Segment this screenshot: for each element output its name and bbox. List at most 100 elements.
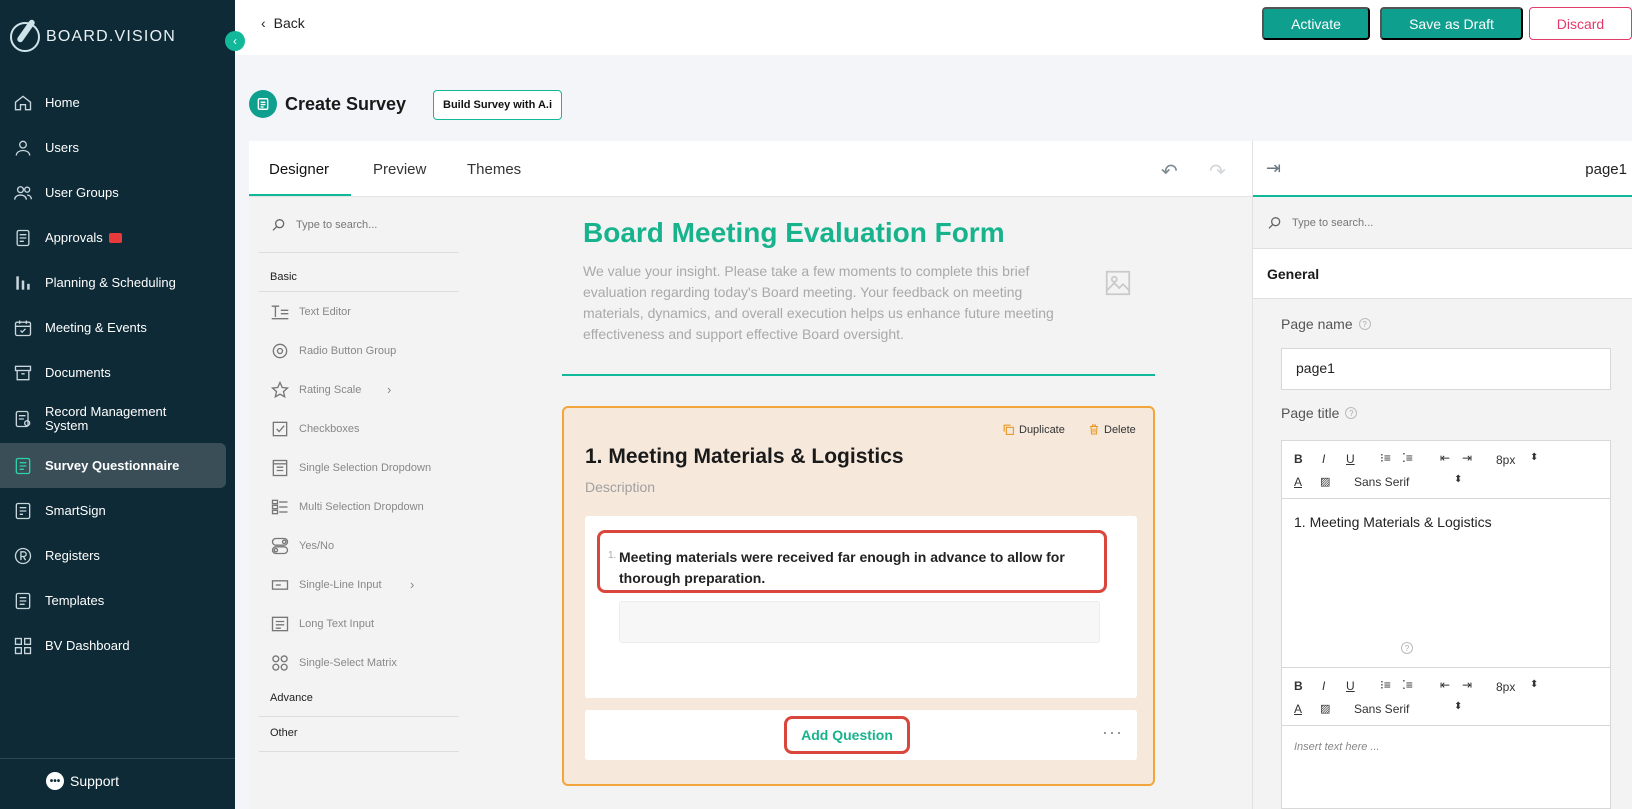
page-title-editor[interactable]: B I U ⁝≡ ⁚≡ ⇤ ⇥ 8px ⬍ A ▨ Sans Serif ⬍ 1… xyxy=(1281,440,1611,809)
sidebar-item-survey[interactable]: Survey Questionnaire xyxy=(0,443,226,488)
page-name-label: Page name ? xyxy=(1281,316,1371,332)
sidebar-item-registers[interactable]: Registers xyxy=(0,533,235,578)
build-survey-ai-button[interactable]: Build Survey with A.i xyxy=(433,90,562,120)
help-icon[interactable]: ? xyxy=(1358,318,1371,330)
grid-icon xyxy=(12,635,34,657)
dropdown-icon xyxy=(270,458,290,478)
tab-designer[interactable]: Designer xyxy=(269,161,329,178)
sidebar-item-records[interactable]: Record Management System xyxy=(0,395,235,443)
indent-icon[interactable]: ⇥ xyxy=(1462,678,1472,692)
chevron-right-icon[interactable]: › xyxy=(410,577,414,592)
property-search[interactable]: Type to search... xyxy=(1253,197,1632,249)
toolbox-item-checkboxes[interactable]: Checkboxes xyxy=(259,409,459,448)
font-color-icon[interactable]: A xyxy=(1294,475,1302,489)
font-family-select[interactable]: Sans Serif xyxy=(1354,475,1409,489)
radio-icon xyxy=(270,341,290,361)
sidebar-item-planning[interactable]: Planning & Scheduling xyxy=(0,260,235,305)
support-button[interactable]: ••• Support xyxy=(46,772,119,790)
description-editor-content[interactable]: Insert text here ... xyxy=(1282,726,1610,768)
sidebar-item-documents[interactable]: Documents xyxy=(0,350,235,395)
page-title: Create Survey xyxy=(285,93,407,114)
sidebar-item-home[interactable]: Home xyxy=(0,80,235,125)
back-label: Back xyxy=(273,15,305,31)
toolbox-item-multi-dropdown[interactable]: Multi Selection Dropdown xyxy=(259,487,459,526)
bullet-list-icon[interactable]: ⁚≡ xyxy=(1402,678,1413,692)
underline-icon[interactable]: U xyxy=(1346,452,1355,466)
tab-themes[interactable]: Themes xyxy=(467,161,521,178)
general-section-header[interactable]: General xyxy=(1253,249,1632,299)
font-size-select[interactable]: 8px xyxy=(1496,453,1515,467)
ordered-list-icon[interactable]: ⁝≡ xyxy=(1380,678,1391,692)
delete-button[interactable]: Delete xyxy=(1088,423,1136,436)
highlight-color-icon[interactable]: ▨ xyxy=(1320,702,1330,715)
sidebar-item-users[interactable]: Users xyxy=(0,125,235,170)
italic-icon[interactable]: I xyxy=(1322,679,1325,693)
toolbox-item-single-line[interactable]: Single-Line Input › xyxy=(259,565,459,604)
question-title[interactable]: Meeting materials were received far enou… xyxy=(619,547,1099,589)
sidebar-item-dashboard[interactable]: BV Dashboard xyxy=(0,623,235,668)
tab-preview[interactable]: Preview xyxy=(373,161,426,178)
help-icon[interactable]: ? xyxy=(1345,407,1358,419)
font-family-select[interactable]: Sans Serif xyxy=(1354,702,1409,716)
select-arrows-icon: ⬍ xyxy=(1530,452,1539,463)
toolbox-group-advance[interactable]: Advance xyxy=(259,682,459,717)
toolbox-item-label: Text Editor xyxy=(299,305,351,318)
ordered-list-icon[interactable]: ⁝≡ xyxy=(1380,451,1391,465)
survey-title[interactable]: Board Meeting Evaluation Form xyxy=(583,217,1005,249)
toolbox-item-text-editor[interactable]: Text Editor xyxy=(259,292,459,331)
delete-label: Delete xyxy=(1104,423,1136,436)
redo-icon[interactable]: ↷ xyxy=(1209,159,1226,184)
survey-description[interactable]: We value your insight. Please take a few… xyxy=(583,261,1068,345)
toolbox-search[interactable]: Type to search... xyxy=(259,197,459,253)
back-button[interactable]: ‹ Back xyxy=(261,15,305,31)
toolbox-item-matrix[interactable]: Single-Select Matrix xyxy=(259,643,459,682)
outdent-icon[interactable]: ⇤ xyxy=(1440,451,1450,465)
toolbox-item-rating-scale[interactable]: Rating Scale › xyxy=(259,370,459,409)
users-icon xyxy=(12,182,34,204)
question-answer-input[interactable] xyxy=(619,601,1100,643)
collapse-sidebar-button[interactable]: ‹ xyxy=(225,31,245,51)
sidebar-item-meetings[interactable]: Meeting & Events xyxy=(0,305,235,350)
bold-icon[interactable]: B xyxy=(1294,679,1303,693)
page-section-title[interactable]: 1. Meeting Materials & Logistics xyxy=(585,445,904,469)
help-icon[interactable]: ? xyxy=(1401,642,1413,654)
toolbox-group-other[interactable]: Other xyxy=(259,717,459,752)
font-color-icon[interactable]: A xyxy=(1294,702,1302,716)
indent-icon[interactable]: ⇥ xyxy=(1462,451,1472,465)
sidebar-item-approvals[interactable]: Approvals xyxy=(0,215,235,260)
sidebar-item-label: Registers xyxy=(45,548,100,563)
sidebar-item-user-groups[interactable]: User Groups xyxy=(0,170,235,215)
bullet-list-icon[interactable]: ⁚≡ xyxy=(1402,451,1413,465)
page-section-description[interactable]: Description xyxy=(585,479,655,495)
discard-button[interactable]: Discard xyxy=(1529,7,1632,40)
activate-button[interactable]: Activate xyxy=(1262,7,1370,40)
brand-logo[interactable]: BOARD.VISION xyxy=(10,22,176,52)
toolbox-item-yes-no[interactable]: Yes/No xyxy=(259,526,459,565)
collapse-panel-icon[interactable]: ⇥ xyxy=(1266,158,1281,179)
image-placeholder-icon[interactable] xyxy=(1103,268,1133,298)
duplicate-button[interactable]: Duplicate xyxy=(1002,423,1065,436)
toolbox-item-long-text[interactable]: Long Text Input xyxy=(259,604,459,643)
italic-icon[interactable]: I xyxy=(1322,452,1325,466)
highlight-color-icon[interactable]: ▨ xyxy=(1320,475,1330,488)
chat-icon: ••• xyxy=(46,772,64,790)
sidebar-item-templates[interactable]: Templates xyxy=(0,578,235,623)
toolbox-item-radio-group[interactable]: Radio Button Group xyxy=(259,331,459,370)
undo-icon[interactable]: ↶ xyxy=(1161,159,1178,184)
chevron-right-icon[interactable]: › xyxy=(387,382,391,397)
page-name-input[interactable]: page1 xyxy=(1281,348,1611,390)
sidebar-item-smartsign[interactable]: SmartSign xyxy=(0,488,235,533)
save-draft-button[interactable]: Save as Draft xyxy=(1380,7,1523,40)
more-options-icon[interactable]: ··· xyxy=(1102,722,1123,743)
survey-page-panel[interactable]: Duplicate Delete 1. Meeting Materials & … xyxy=(562,406,1155,786)
question-card[interactable]: 1. Meeting materials were received far e… xyxy=(585,516,1137,698)
bold-icon[interactable]: B xyxy=(1294,452,1303,466)
editor-content[interactable]: 1. Meeting Materials & Logistics ? xyxy=(1282,499,1610,668)
search-icon xyxy=(1268,216,1281,229)
underline-icon[interactable]: U xyxy=(1346,679,1355,693)
font-size-select[interactable]: 8px xyxy=(1496,680,1515,694)
add-question-button[interactable]: Add Question xyxy=(784,716,910,754)
toolbox-item-single-dropdown[interactable]: Single Selection Dropdown xyxy=(259,448,459,487)
outdent-icon[interactable]: ⇤ xyxy=(1440,678,1450,692)
top-bar: ‹ Back Activate Save as Draft Discard xyxy=(235,0,1632,55)
